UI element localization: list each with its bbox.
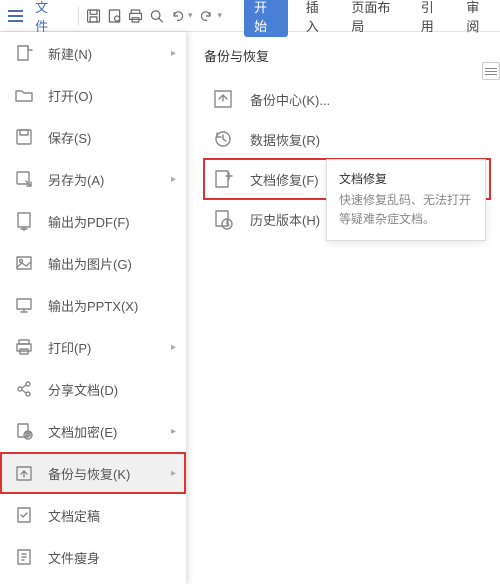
main-container: 新建(N) ▸ 打开(O) 保存(S) 另存为(A) ▸ 输出为PDF(F) 输… (0, 32, 500, 584)
undo-dropdown[interactable]: ▾ (188, 10, 193, 21)
file-item-label: 保存(S) (48, 128, 91, 147)
backup-center-icon (212, 88, 234, 110)
pdf-icon (14, 211, 34, 231)
submenu-title: 备份与恢复 (204, 46, 490, 65)
submenu-item-label: 数据恢复(R) (250, 130, 320, 149)
chevron-right-icon: ▸ (171, 426, 176, 437)
new-icon (14, 43, 34, 63)
top-toolbar: 文件 ▾ ▾ 开始 插入 页面布局 引用 审阅 (0, 0, 500, 32)
chevron-right-icon: ▸ (171, 174, 176, 185)
toolbar-zoom-icon[interactable] (148, 7, 165, 25)
chevron-right-icon: ▸ (171, 48, 176, 59)
file-item-label: 输出为图片(G) (48, 254, 132, 273)
history-icon (212, 208, 234, 230)
submenu-item-label: 历史版本(H) (250, 210, 320, 229)
file-item-save[interactable]: 保存(S) (0, 116, 186, 158)
right-panel-toggle[interactable] (482, 62, 500, 80)
file-item-saveas[interactable]: 另存为(A) ▸ (0, 158, 186, 200)
file-item-print[interactable]: 打印(P) ▸ (0, 326, 186, 368)
backup-submenu: 备份与恢复 备份中心(K)... 数据恢复(R) 文档修复(F) 文档修复 快速… (186, 32, 500, 584)
finalize-icon (14, 505, 34, 525)
file-item-finalize[interactable]: 文档定稿 (0, 494, 186, 536)
saveas-icon (14, 169, 34, 189)
file-item-label: 打开(O) (48, 86, 93, 105)
toolbar-print-preview-icon[interactable] (106, 7, 123, 25)
file-item-slim[interactable]: 文件瘦身 (0, 536, 186, 578)
recover-icon (212, 128, 234, 150)
file-item-pdf[interactable]: 输出为PDF(F) (0, 200, 186, 242)
hamburger-icon[interactable] (6, 6, 25, 26)
redo-dropdown[interactable]: ▾ (218, 10, 223, 21)
save-icon (14, 127, 34, 147)
print-icon (14, 337, 34, 357)
file-item-label: 分享文档(D) (48, 380, 118, 399)
toolbar-undo-icon[interactable] (169, 7, 186, 25)
file-item-encrypt[interactable]: 文档加密(E) ▸ (0, 410, 186, 452)
share-icon (14, 379, 34, 399)
toolbar-save-icon[interactable] (85, 7, 102, 25)
file-item-share[interactable]: 分享文档(D) (0, 368, 186, 410)
repair-icon (212, 168, 234, 190)
submenu-item-data-recover[interactable]: 数据恢复(R) (204, 119, 490, 159)
file-item-label: 文档加密(E) (48, 422, 117, 441)
submenu-item-history[interactable]: 历史版本(H) (204, 199, 490, 239)
file-item-label: 输出为PDF(F) (48, 212, 130, 231)
file-item-label: 输出为PPTX(X) (48, 296, 138, 315)
file-item-new[interactable]: 新建(N) ▸ (0, 32, 186, 74)
image-icon (14, 253, 34, 273)
open-icon (14, 85, 34, 105)
file-item-pptx[interactable]: 输出为PPTX(X) (0, 284, 186, 326)
submenu-item-label: 备份中心(K)... (250, 90, 330, 109)
file-item-label: 新建(N) (48, 44, 92, 63)
toolbar-redo-icon[interactable] (198, 7, 215, 25)
file-item-label: 文档定稿 (48, 506, 100, 525)
tooltip-title: 文档修复 (339, 170, 473, 189)
pptx-icon (14, 295, 34, 315)
file-item-backup[interactable]: 备份与恢复(K) ▸ (0, 452, 186, 494)
slim-icon (14, 547, 34, 567)
submenu-item-label: 文档修复(F) (250, 170, 319, 189)
toolbar-print-icon[interactable] (127, 7, 144, 25)
file-item-image[interactable]: 输出为图片(G) (0, 242, 186, 284)
chevron-right-icon: ▸ (171, 342, 176, 353)
separator (78, 7, 79, 25)
file-item-open[interactable]: 打开(O) (0, 74, 186, 116)
encrypt-icon (14, 421, 34, 441)
submenu-item-backup-center[interactable]: 备份中心(K)... (204, 79, 490, 119)
chevron-right-icon: ▸ (171, 468, 176, 479)
file-menu: 新建(N) ▸ 打开(O) 保存(S) 另存为(A) ▸ 输出为PDF(F) 输… (0, 32, 186, 584)
file-item-label: 另存为(A) (48, 170, 104, 189)
backup-icon (14, 463, 34, 483)
file-item-label: 打印(P) (48, 338, 91, 357)
file-item-label: 文件瘦身 (48, 548, 100, 567)
file-item-label: 备份与恢复(K) (48, 464, 130, 483)
